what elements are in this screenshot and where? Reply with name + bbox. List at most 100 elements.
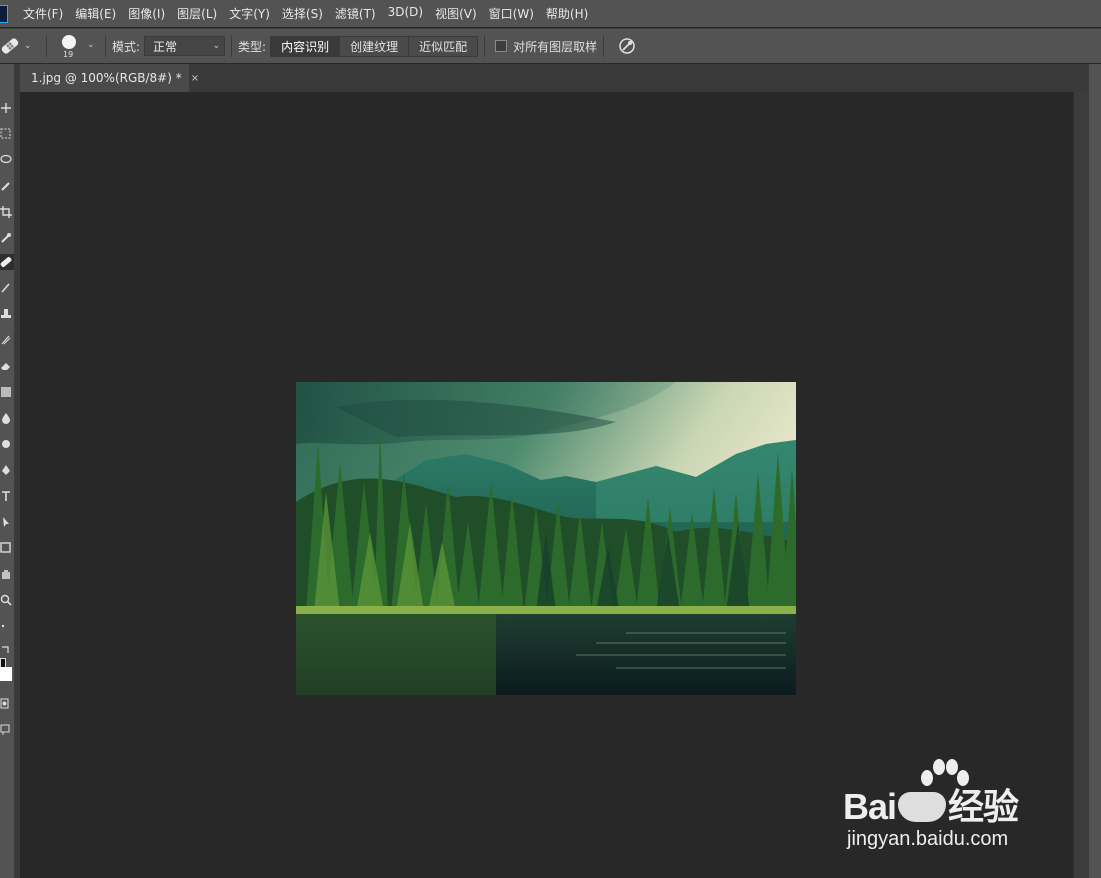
panel-edge	[1089, 64, 1101, 878]
divider	[105, 35, 106, 57]
history-brush-tool[interactable]	[0, 332, 14, 348]
watermark-url: jingyan.baidu.com	[847, 828, 1009, 850]
watermark-brand: Bai 经验	[843, 778, 1019, 830]
color-swatches[interactable]	[0, 658, 12, 682]
landscape-photo	[296, 382, 796, 695]
chevron-down-icon: ⌄	[212, 41, 221, 51]
type-proximity-match[interactable]: 近似匹配	[409, 36, 478, 56]
type-segmented-control: 内容识别 创建纹理 近似匹配	[270, 35, 479, 57]
divider	[484, 35, 486, 57]
menu-select[interactable]: 选择(S)	[282, 5, 323, 22]
mode-value: 正常	[153, 39, 178, 54]
rectangle-icon	[0, 542, 11, 553]
menu-help[interactable]: 帮助(H)	[546, 5, 588, 22]
quick-mask-mode[interactable]	[0, 696, 14, 712]
rectangle-tool[interactable]	[0, 540, 14, 556]
move-tool[interactable]	[0, 100, 14, 116]
menu-window[interactable]: 窗口(W)	[489, 5, 534, 22]
brush-size: 19	[63, 50, 74, 59]
eraser-tool[interactable]	[0, 358, 14, 374]
swap-arrows-icon	[2, 646, 9, 653]
menu-image[interactable]: 图像(I)	[128, 5, 165, 22]
divider	[603, 35, 605, 57]
menu-file[interactable]: 文件(F)	[23, 5, 63, 22]
crop-tool[interactable]	[0, 204, 14, 220]
type-icon	[2, 491, 10, 501]
type-content-aware[interactable]: 内容识别	[271, 36, 341, 56]
hand-tool[interactable]	[0, 566, 14, 582]
photoshop-logo-icon[interactable]	[0, 4, 8, 23]
ellipsis-icon	[1, 624, 5, 628]
document-tab-bar: 1.jpg @ 100%(RGB/8#) * ×	[20, 64, 1091, 92]
type-tool[interactable]	[0, 488, 14, 504]
path-selection-icon	[3, 517, 9, 527]
options-bar: ⌄ 19 ⌄ 模式: 正常 ⌄ 类型: 内容识别 创建纹理 近似匹配 对所有图层…	[0, 28, 1101, 63]
history-brush-icon	[1, 335, 11, 345]
chevron-down-icon: ⌄	[87, 40, 95, 50]
pen-tool[interactable]	[0, 462, 14, 478]
watermark-brand-prefix: Bai	[843, 786, 897, 827]
swap-colors[interactable]	[0, 642, 14, 658]
document-image[interactable]	[296, 382, 796, 695]
move-icon	[1, 103, 11, 113]
brush-preset-picker[interactable]: 19 ⌄	[53, 31, 99, 61]
spot-healing-brush-icon	[1, 38, 19, 54]
menu-edit[interactable]: 编辑(E)	[75, 5, 116, 22]
menu-view[interactable]: 视图(V)	[435, 5, 477, 22]
eyedropper-icon	[1, 233, 11, 243]
dodge-tool[interactable]	[0, 436, 14, 452]
hand-icon	[2, 570, 10, 579]
spot-healing-tool[interactable]	[0, 254, 14, 270]
menu-3d[interactable]: 3D(D)	[388, 5, 423, 22]
close-icon[interactable]: ×	[191, 73, 199, 84]
gradient-icon	[1, 387, 11, 397]
path-selection-tool[interactable]	[0, 514, 14, 530]
screen-mode[interactable]	[0, 722, 14, 738]
divider	[46, 35, 47, 57]
mode-select[interactable]: 正常 ⌄	[144, 36, 226, 56]
screen-mode-icon	[0, 724, 10, 735]
lasso-icon	[0, 154, 12, 164]
menu-filter[interactable]: 滤镜(T)	[335, 5, 376, 22]
marquee-tool[interactable]	[0, 126, 14, 142]
divider	[231, 35, 233, 57]
menu-type[interactable]: 文字(Y)	[229, 5, 270, 22]
pen-icon	[2, 465, 10, 475]
eyedropper-tool[interactable]	[0, 230, 14, 246]
tools-panel	[0, 64, 15, 878]
more-tools[interactable]	[0, 618, 14, 634]
menu-bar: 文件(F) 编辑(E) 图像(I) 图层(L) 文字(Y) 选择(S) 滤镜(T…	[0, 0, 1101, 27]
dodge-icon	[2, 440, 10, 448]
brush-tip-icon	[62, 35, 76, 49]
stamp-icon	[1, 309, 11, 318]
menu-items: 文件(F) 编辑(E) 图像(I) 图层(L) 文字(Y) 选择(S) 滤镜(T…	[23, 5, 600, 22]
sample-all-layers-checkbox[interactable]	[495, 40, 508, 52]
background-color-swatch[interactable]	[0, 667, 12, 681]
clone-stamp-tool[interactable]	[0, 306, 14, 322]
type-create-texture[interactable]: 创建纹理	[340, 36, 410, 56]
pressure-size-icon[interactable]	[618, 37, 636, 55]
quick-selection-tool[interactable]	[0, 178, 14, 194]
gradient-tool[interactable]	[0, 384, 14, 400]
quick-selection-icon	[1, 182, 10, 191]
crop-icon	[0, 206, 12, 218]
zoom-tool[interactable]	[0, 592, 14, 608]
tool-preset-picker[interactable]: ⌄	[0, 36, 40, 56]
baidu-watermark: Bai 经验 jingyan.baidu.com	[843, 759, 1053, 860]
brush-icon	[1, 283, 10, 293]
marquee-icon	[0, 128, 11, 139]
brush-tool[interactable]	[0, 280, 14, 296]
eraser-icon	[1, 363, 10, 370]
zoom-icon	[0, 594, 12, 606]
document-tab-title: 1.jpg @ 100%(RGB/8#) *	[31, 71, 182, 85]
bandage-icon	[0, 257, 12, 267]
vertical-scrollbar[interactable]	[1073, 92, 1089, 878]
document-tab[interactable]: 1.jpg @ 100%(RGB/8#) * ×	[20, 64, 199, 92]
menu-layer[interactable]: 图层(L)	[177, 5, 217, 22]
type-label: 类型:	[238, 39, 267, 54]
blur-tool[interactable]	[0, 410, 14, 426]
blur-icon	[2, 413, 10, 424]
mode-label: 模式:	[112, 39, 141, 54]
lasso-tool[interactable]	[0, 152, 14, 168]
sample-all-layers-label: 对所有图层取样	[513, 39, 598, 54]
